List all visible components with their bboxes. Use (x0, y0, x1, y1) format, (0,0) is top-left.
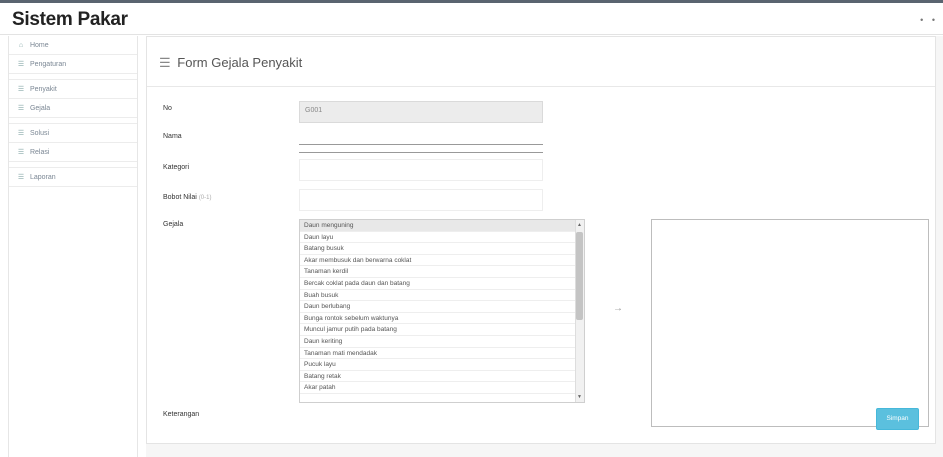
sidebar-item-home[interactable]: ⌂ Home (9, 36, 137, 55)
list-item[interactable]: Tanaman mati mendadak (300, 348, 576, 360)
bobot-field[interactable] (299, 189, 543, 211)
form-icon: ☰ (159, 55, 171, 70)
list-icon: ☰ (17, 61, 25, 68)
home-icon: ⌂ (18, 42, 24, 49)
no-field: G001 (299, 101, 543, 123)
sidebar-item-label: Laporan (29, 174, 56, 181)
list-item[interactable]: Daun berlubang (300, 301, 576, 313)
bobot-label: Bobot Nilai (0-1) (163, 194, 211, 201)
sidebar-item-gejala[interactable]: ☰ Gejala (9, 99, 137, 118)
page-title-text: Form Gejala Penyakit (177, 55, 303, 70)
nama-field-underline (299, 139, 543, 153)
list-item[interactable]: Daun keriting (300, 336, 576, 348)
sidebar-item-label: Solusi (29, 130, 50, 137)
user-menu-icon[interactable]: • (920, 15, 923, 25)
list-item[interactable]: Bunga rontok sebelum waktunya (300, 313, 576, 325)
kategori-field[interactable] (299, 159, 543, 181)
bobot-label-text: Bobot Nilai (163, 194, 197, 201)
sidebar-item-label: Home (29, 42, 49, 49)
gejala-label: Gejala (163, 221, 184, 228)
nama-label: Nama (163, 133, 182, 140)
list-icon: ☰ (17, 174, 25, 181)
sidebar-item-label: Gejala (29, 105, 51, 112)
scroll-down-icon[interactable]: ▼ (576, 393, 583, 401)
keterangan-label: Keterangan (163, 411, 200, 418)
gejala-selected-list[interactable] (651, 219, 929, 427)
list-icon: ☰ (17, 149, 25, 156)
save-button[interactable]: Simpan (876, 408, 919, 430)
list-item[interactable]: Batang retak (300, 371, 576, 383)
sidebar: ⌂ Home ☰ Pengaturan ☰ Penyakit ☰ Gejala … (8, 36, 138, 457)
sidebar-item-penyakit[interactable]: ☰ Penyakit (9, 80, 137, 99)
list-scrollbar[interactable]: ▲ ▼ (575, 220, 584, 402)
list-icon: ☰ (17, 86, 25, 93)
form-panel: ☰ Form Gejala Penyakit No G001 Nama Kate… (146, 36, 936, 444)
page-title: ☰ Form Gejala Penyakit (159, 55, 302, 71)
scroll-up-icon[interactable]: ▲ (576, 221, 583, 229)
sidebar-item-pengaturan[interactable]: ☰ Pengaturan (9, 55, 137, 74)
title-divider (147, 86, 935, 87)
list-item[interactable]: Muncul jamur putih pada batang (300, 324, 576, 336)
scroll-thumb[interactable] (576, 232, 583, 320)
app-brand[interactable]: Sistem Pakar (12, 9, 128, 31)
sidebar-item-label: Penyakit (29, 86, 57, 93)
kategori-label: Kategori (163, 164, 190, 171)
list-item[interactable]: Akar patah (300, 382, 576, 394)
sidebar-item-label: Pengaturan (29, 61, 67, 68)
sidebar-item-solusi[interactable]: ☰ Solusi (9, 124, 137, 143)
main-content: ☰ Form Gejala Penyakit No G001 Nama Kate… (146, 36, 943, 457)
list-icon: ☰ (17, 130, 25, 137)
transfer-arrow-icon[interactable]: → (613, 303, 623, 314)
bobot-hint: (0-1) (198, 195, 212, 201)
list-item[interactable]: Buah busuk (300, 290, 576, 302)
gejala-source-list[interactable]: Daun menguning Daun layu Batang busuk Ak… (299, 219, 585, 403)
list-item[interactable]: Bercak coklat pada daun dan batang (300, 278, 576, 290)
list-item[interactable]: Pucuk layu (300, 359, 576, 371)
list-item[interactable]: Batang busuk (300, 243, 576, 255)
sidebar-item-label: Relasi (29, 149, 50, 156)
list-item[interactable]: Tanaman kerdil (300, 266, 576, 278)
sidebar-item-relasi[interactable]: ☰ Relasi (9, 143, 137, 162)
list-icon: ☰ (17, 105, 25, 112)
list-item[interactable]: Daun menguning (300, 220, 576, 232)
list-item[interactable]: Daun layu (300, 232, 576, 244)
top-navbar: Sistem Pakar • • (0, 3, 943, 35)
top-right-icons: • • (914, 15, 935, 25)
settings-menu-icon[interactable]: • (932, 15, 935, 25)
no-label: No (163, 105, 172, 112)
list-item[interactable]: Akar membusuk dan berwarna coklat (300, 255, 576, 267)
sidebar-item-laporan[interactable]: ☰ Laporan (9, 168, 137, 187)
